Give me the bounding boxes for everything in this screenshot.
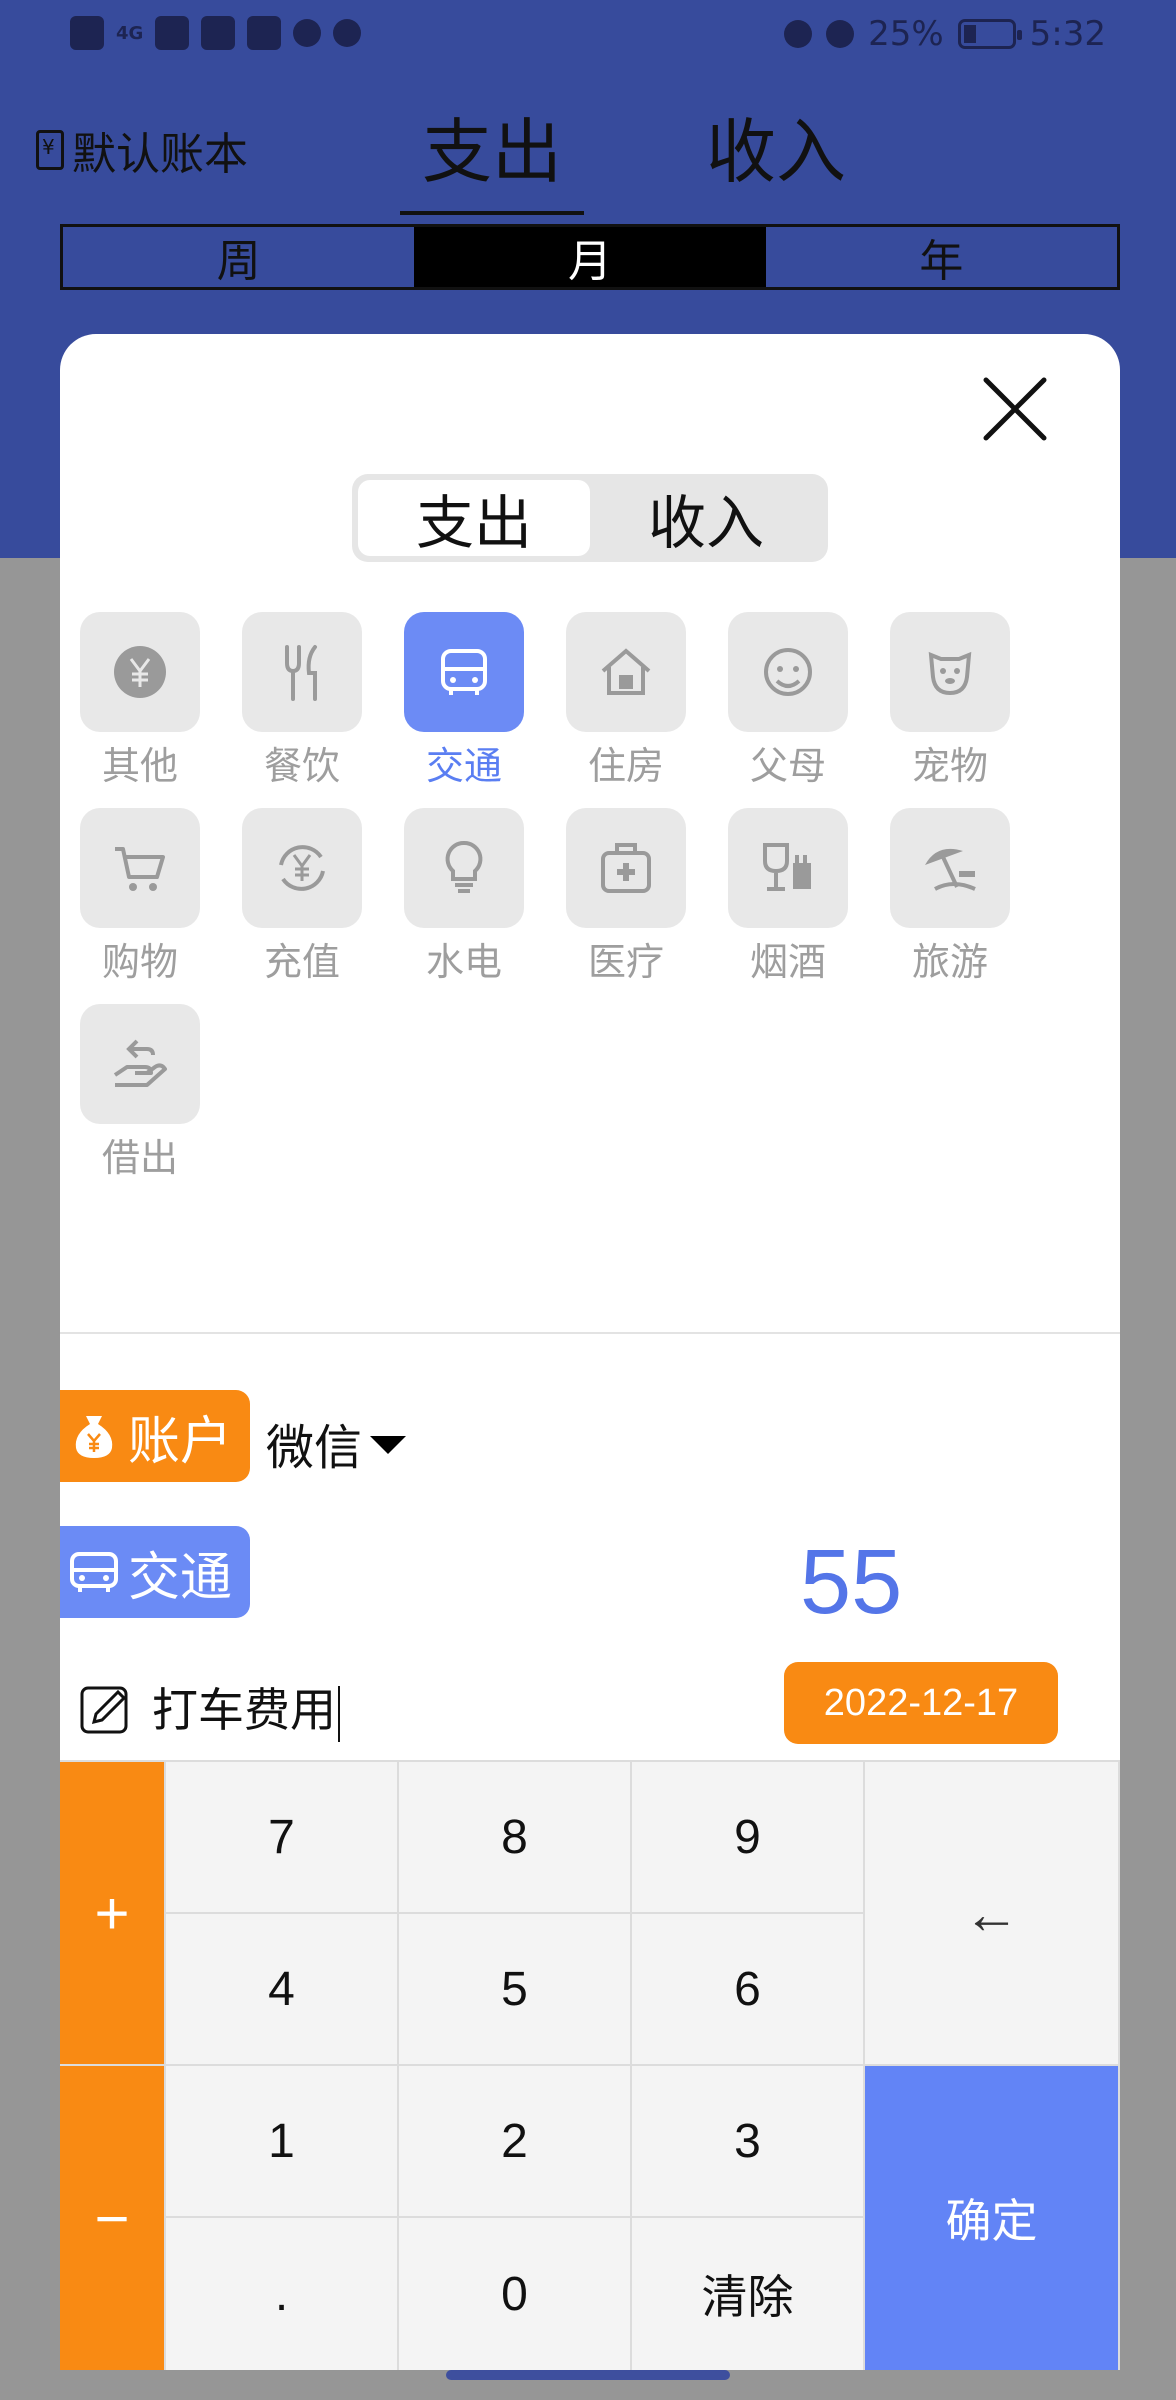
category-medical[interactable]: 医疗	[566, 808, 686, 990]
period-week[interactable]: 周	[63, 227, 414, 287]
type-segment: 支出 收入	[352, 474, 828, 562]
category-housing[interactable]: 住房	[566, 612, 686, 794]
cart-icon	[115, 847, 165, 891]
backspace-icon: ←	[963, 1881, 1020, 1945]
backspace-key[interactable]: ←	[865, 1762, 1120, 2066]
status-left-icons: 4G	[70, 16, 362, 50]
confirm-button[interactable]: 确定	[865, 2066, 1120, 2370]
mute-icon	[826, 20, 855, 48]
key-3[interactable]: 3	[632, 2066, 865, 2218]
note-text: 打车费用	[152, 1683, 336, 1737]
note-field[interactable]: 打车费用	[78, 1674, 340, 1742]
category-chip[interactable]: 交通	[60, 1526, 250, 1618]
hd-icon	[70, 16, 104, 50]
category-travel[interactable]: 旅游	[890, 808, 1010, 990]
lightbulb-icon	[445, 840, 483, 893]
account-chip-label: 账户	[128, 1411, 233, 1472]
tab-expense[interactable]: 支出	[400, 96, 584, 215]
key-7[interactable]: 7	[166, 1762, 399, 1914]
wifi-icon	[201, 16, 236, 50]
clock: 5:32	[1029, 14, 1106, 54]
fork-knife-icon	[285, 645, 317, 701]
segment-income[interactable]: 收入	[590, 480, 822, 557]
signal-icon	[155, 16, 190, 50]
category-utilities[interactable]: 水电	[404, 808, 524, 990]
bus-icon	[441, 649, 487, 695]
amount-display: 55	[800, 1531, 903, 1633]
bluetooth-icon	[784, 20, 813, 48]
period-selector: 周 月 年	[60, 224, 1120, 290]
category-dining[interactable]: 餐饮	[242, 612, 362, 794]
key-4[interactable]: 4	[166, 1914, 399, 2066]
home-indicator	[446, 2370, 730, 2380]
tab-income[interactable]: 收入	[684, 96, 868, 215]
account-chip[interactable]: 账户	[60, 1390, 250, 1482]
book-selector[interactable]: 默认账本	[36, 118, 248, 182]
main-tabs: 支出 收入	[400, 96, 868, 215]
account-value: 微信	[266, 1420, 363, 1476]
recharge-yen-icon	[279, 845, 325, 891]
dog-face-icon	[928, 651, 972, 696]
period-year[interactable]: 年	[766, 227, 1117, 287]
key-6[interactable]: 6	[632, 1914, 865, 2066]
key-2[interactable]: 2	[399, 2066, 632, 2218]
key-dot[interactable]: .	[166, 2218, 399, 2370]
alarm-icon	[293, 19, 322, 47]
yen-coin-icon	[114, 646, 166, 698]
key-5[interactable]: 5	[399, 1914, 632, 2066]
battery-icon	[957, 19, 1022, 49]
category-transport[interactable]: 交通	[404, 612, 524, 794]
lend-hand-icon	[113, 1039, 167, 1087]
bus-icon	[70, 1552, 118, 1592]
divider	[60, 1332, 1120, 1334]
key-9[interactable]: 9	[632, 1762, 865, 1914]
elder-face-icon	[764, 648, 812, 696]
key-0[interactable]: 0	[399, 2218, 632, 2370]
network-type: 4G	[116, 22, 144, 44]
beach-umbrella-icon	[925, 848, 976, 891]
status-right-icons: 25% 5:32	[784, 14, 1106, 54]
category-lend[interactable]: 借出	[80, 1004, 200, 1186]
category-tobacco-alcohol[interactable]: 烟酒	[728, 808, 848, 990]
battery-percent: 25%	[868, 14, 944, 54]
clear-key[interactable]: 清除	[632, 2218, 865, 2370]
category-other[interactable]: 其他	[80, 612, 200, 794]
money-bag-icon	[75, 1416, 113, 1458]
category-grid: 其他 餐饮 交通 住房 父母 宠物 购物 充值 水电 医疗 烟酒 旅游 借出	[80, 612, 1080, 1186]
plus-key[interactable]: +	[60, 1762, 166, 2066]
category-parents[interactable]: 父母	[728, 612, 848, 794]
period-month[interactable]: 月	[414, 227, 766, 287]
key-1[interactable]: 1	[166, 2066, 399, 2218]
category-recharge[interactable]: 充值	[242, 808, 362, 990]
status-bar: 4G 25% 5:32	[0, 0, 1176, 72]
edit-pencil-icon	[80, 1686, 128, 1734]
text-cursor	[338, 1685, 340, 1742]
key-8[interactable]: 8	[399, 1762, 632, 1914]
wine-cigarette-icon	[763, 843, 811, 891]
category-chip-label: 交通	[128, 1547, 233, 1608]
ledger-icon	[36, 130, 64, 170]
segment-expense[interactable]: 支出	[358, 480, 590, 557]
date-button[interactable]: 2022-12-17	[784, 1662, 1058, 1744]
wechat-icon	[333, 19, 362, 47]
caret-down-icon	[370, 1436, 407, 1454]
category-pets[interactable]: 宠物	[890, 612, 1010, 794]
book-label: 默认账本	[72, 129, 248, 180]
close-icon	[983, 377, 1047, 441]
medical-kit-icon	[601, 843, 651, 893]
account-selector[interactable]: 微信	[266, 1408, 407, 1478]
close-button[interactable]	[980, 374, 1050, 444]
nfc-icon	[247, 16, 282, 50]
minus-key[interactable]: −	[60, 2066, 166, 2370]
category-shopping[interactable]: 购物	[80, 808, 200, 990]
number-keypad: + − 7 8 9 4 5 6 1 2 3 . 0 清除 ← 确定	[60, 1760, 1120, 2370]
add-record-sheet: 支出 收入 其他 餐饮 交通 住房 父母 宠物 购物 充值 水电 医疗 烟酒 旅…	[60, 334, 1120, 2370]
house-icon	[601, 648, 651, 695]
